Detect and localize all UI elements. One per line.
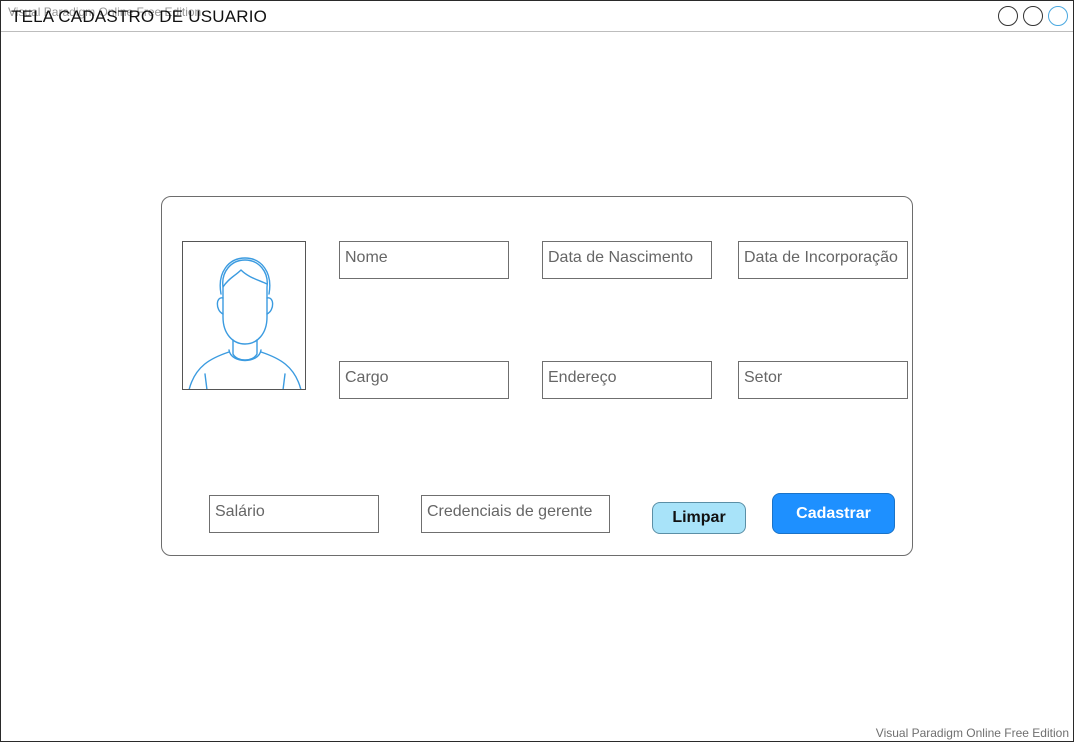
user-avatar-icon[interactable] <box>182 241 306 390</box>
cadastrar-button[interactable]: Cadastrar <box>772 493 895 534</box>
watermark-bottom: Visual Paradigm Online Free Edition <box>875 726 1069 740</box>
limpar-button[interactable]: Limpar <box>652 502 746 534</box>
nome-field[interactable]: Nome <box>339 241 509 279</box>
window-title: TELA CADASTRO DE USUARIO <box>11 7 268 26</box>
window-control-3-icon[interactable] <box>1048 6 1068 26</box>
window-control-1-icon[interactable] <box>998 6 1018 26</box>
credenciais-gerente-field[interactable]: Credenciais de gerente <box>421 495 610 533</box>
app-window: Visual Paradigm Online Free Edition TELA… <box>0 0 1074 742</box>
data-incorporacao-field[interactable]: Data de Incorporação <box>738 241 908 279</box>
title-bar: Visual Paradigm Online Free Edition TELA… <box>1 1 1073 32</box>
endereco-field[interactable]: Endereço <box>542 361 712 399</box>
salario-field[interactable]: Salário <box>209 495 379 533</box>
window-control-2-icon[interactable] <box>1023 6 1043 26</box>
setor-field[interactable]: Setor <box>738 361 908 399</box>
data-nascimento-field[interactable]: Data de Nascimento <box>542 241 712 279</box>
cargo-field[interactable]: Cargo <box>339 361 509 399</box>
